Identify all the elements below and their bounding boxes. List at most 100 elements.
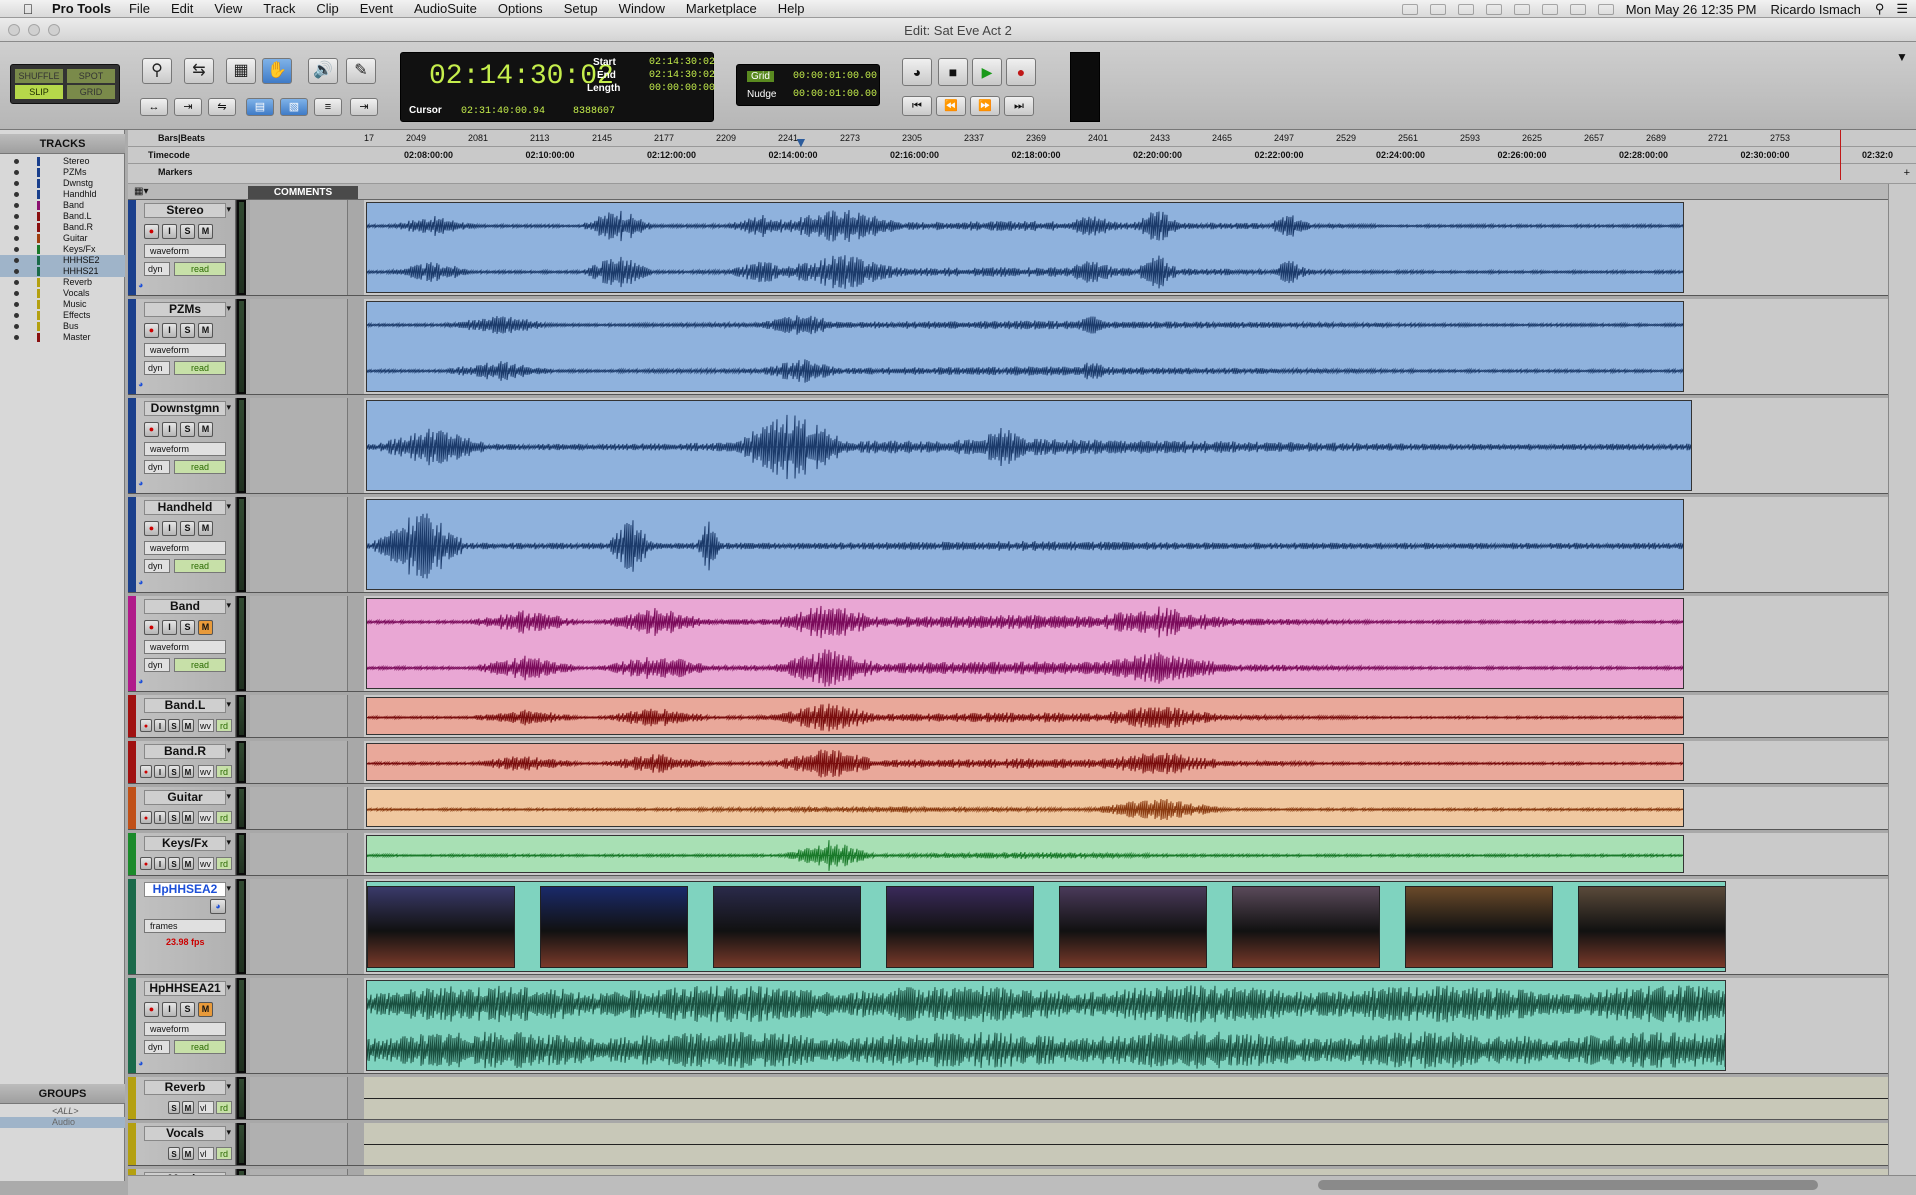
show-hide-icon[interactable] — [14, 214, 19, 219]
track-comments[interactable] — [250, 596, 348, 691]
solo-button[interactable]: S — [168, 811, 180, 824]
video-online-button[interactable]: ◕ — [210, 899, 226, 914]
show-hide-icon[interactable] — [14, 280, 19, 285]
chevron-down-icon[interactable]: ▾ — [226, 303, 231, 314]
solo-button[interactable]: S — [180, 323, 195, 338]
record-enable-button[interactable]: ● — [144, 224, 159, 239]
automation-mode-selector[interactable]: read — [174, 1040, 226, 1054]
track-color-bar[interactable] — [128, 833, 136, 875]
input-monitor-button[interactable]: I — [162, 224, 177, 239]
solo-button[interactable]: S — [168, 1147, 180, 1160]
show-hide-icon[interactable] — [14, 313, 19, 318]
track-name[interactable]: Reverb — [144, 1080, 226, 1095]
bars-beats-ruler[interactable]: Bars|Beats 17 2049 2081 2113 2145 2177 2209 224… — [128, 130, 1916, 147]
audio-clip[interactable] — [366, 980, 1726, 1071]
audio-clip[interactable] — [366, 835, 1684, 873]
mute-button[interactable]: M — [198, 323, 213, 338]
track-name[interactable]: Band.L — [144, 698, 226, 713]
chevron-down-icon[interactable]: ▾ — [226, 501, 231, 512]
record-enable-button[interactable]: ● — [144, 323, 159, 338]
track-list-item[interactable]: Band — [0, 200, 125, 211]
main-counter[interactable]: 02:14:30:02 Start 02:14:30:02 End 02:14:… — [400, 52, 715, 122]
automation-mode-selector[interactable]: read — [174, 460, 226, 474]
track-list-item[interactable]: Keys/Fx — [0, 244, 125, 255]
show-hide-icon[interactable] — [14, 236, 19, 241]
track-color-bar[interactable] — [128, 978, 136, 1073]
audio-clip[interactable] — [366, 743, 1684, 781]
menu-event[interactable]: Event — [360, 1, 393, 16]
chevron-down-icon[interactable]: ▾ — [226, 791, 231, 802]
track-row[interactable]: Stereo ▾ ● I S Mwaveform dyn read ◕ — [128, 200, 1888, 296]
track-row[interactable]: Guitar ▾ ● I S Mwv rd — [128, 787, 1888, 830]
scroll-thumb[interactable] — [1318, 1180, 1818, 1190]
track-name[interactable]: HpHHSEA21 — [144, 981, 226, 996]
status-icon[interactable] — [1429, 3, 1446, 15]
record-enable-button[interactable]: ● — [144, 620, 159, 635]
view-selector[interactable]: vl — [198, 1101, 214, 1114]
status-icon[interactable] — [1457, 3, 1474, 15]
automation-mode-selector[interactable]: rd — [216, 857, 232, 870]
apple-icon[interactable]:  — [18, 1, 38, 17]
track-list-item[interactable]: Vocals — [0, 288, 125, 299]
shuffle-mode-button[interactable]: SHUFFLE — [15, 69, 63, 83]
track-list-item[interactable]: Music — [0, 299, 125, 310]
track-name[interactable]: Handheld — [144, 500, 226, 515]
play-button[interactable]: ▶ — [972, 58, 1002, 86]
go-to-end-button[interactable]: ⏭ — [1004, 96, 1034, 116]
track-list-item[interactable]: Band.R — [0, 222, 125, 233]
automation-mode-selector[interactable]: read — [174, 262, 226, 276]
track-playlist-lane[interactable] — [364, 1123, 1888, 1165]
menu-view[interactable]: View — [214, 1, 242, 16]
grid-mode-button[interactable]: GRID — [67, 85, 115, 99]
track-playlist-lane[interactable] — [364, 299, 1888, 394]
show-hide-icon[interactable] — [14, 181, 19, 186]
track-comments[interactable] — [250, 1077, 348, 1119]
tracks-list-title[interactable]: TRACKS — [0, 134, 125, 154]
track-name[interactable]: Vocals — [144, 1126, 226, 1141]
track-color-bar[interactable] — [128, 299, 136, 394]
audio-clip[interactable] — [366, 400, 1692, 491]
track-playlist-lane[interactable] — [364, 200, 1888, 295]
automation-mode-selector[interactable]: rd — [216, 1147, 232, 1160]
grid-value[interactable]: 00:00:01:00.00 — [793, 71, 877, 82]
solo-button[interactable]: S — [180, 620, 195, 635]
zoom-toggle-icon[interactable]: ↔ — [140, 98, 168, 116]
view-selector[interactable]: wv — [198, 765, 214, 778]
view-selector[interactable]: wv — [198, 857, 214, 870]
track-list-item[interactable]: Master — [0, 332, 125, 343]
track-playlist-lane[interactable] — [364, 398, 1888, 493]
track-list-item[interactable]: PZMs — [0, 167, 125, 178]
track-color-bar[interactable] — [128, 879, 136, 974]
audio-clip[interactable] — [366, 202, 1684, 293]
automation-mode-selector[interactable]: rd — [216, 811, 232, 824]
track-comments[interactable] — [250, 978, 348, 1073]
solo-button[interactable]: S — [168, 719, 180, 732]
group-item-audio[interactable]: Audio — [0, 1117, 125, 1128]
chevron-down-icon[interactable]: ▾ — [226, 699, 231, 710]
menu-setup[interactable]: Setup — [564, 1, 598, 16]
track-list-item[interactable]: Effects — [0, 310, 125, 321]
menu-edit[interactable]: Edit — [171, 1, 193, 16]
track-row[interactable]: Band ▾ ● I S Mwaveform dyn read ◕ — [128, 596, 1888, 692]
input-monitor-button[interactable]: I — [162, 620, 177, 635]
view-selector[interactable]: wv — [198, 811, 214, 824]
track-color-bar[interactable] — [128, 200, 136, 295]
automation-mode-selector[interactable]: rd — [216, 765, 232, 778]
track-row[interactable]: Handheld ▾ ● I S Mwaveform dyn read ◕ — [128, 497, 1888, 593]
input-monitor-button[interactable]: I — [154, 811, 166, 824]
show-hide-icon[interactable] — [14, 247, 19, 252]
audio-clip[interactable] — [366, 301, 1684, 392]
record-enable-button[interactable]: ● — [144, 1002, 159, 1017]
track-name[interactable]: Guitar — [144, 790, 226, 805]
track-color-bar[interactable] — [128, 787, 136, 829]
dyn-selector[interactable]: dyn — [144, 559, 170, 573]
groups-list-title[interactable]: GROUPS — [0, 1084, 125, 1104]
track-comments[interactable] — [250, 695, 348, 737]
dyn-selector[interactable]: dyn — [144, 1040, 170, 1054]
view-selector[interactable]: waveform — [144, 541, 226, 555]
slip-mode-button[interactable]: SLIP — [15, 85, 63, 99]
solo-button[interactable]: S — [180, 521, 195, 536]
view-selector[interactable]: waveform — [144, 244, 226, 258]
show-hide-icon[interactable] — [14, 170, 19, 175]
show-hide-icon[interactable] — [14, 269, 19, 274]
